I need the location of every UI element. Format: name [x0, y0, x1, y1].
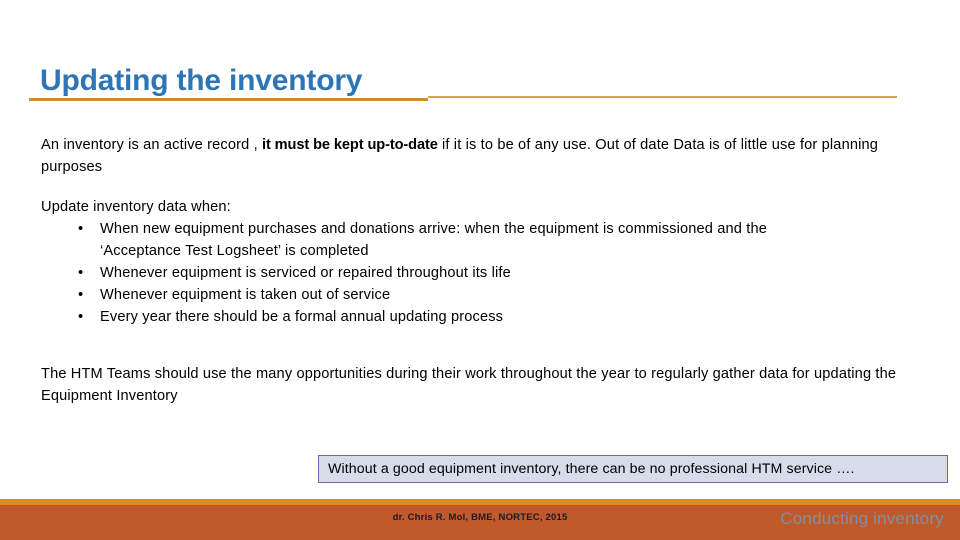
update-bullet-list: • When new equipment purchases and donat…: [41, 218, 921, 328]
callout-text: Without a good equipment inventory, ther…: [328, 461, 855, 477]
bullet-marker-icon: •: [78, 309, 84, 325]
list-item: • When new equipment purchases and donat…: [41, 218, 921, 262]
slide-canvas: Updating the inventory An inventory is a…: [0, 0, 960, 540]
page-title: Updating the inventory: [40, 64, 363, 98]
paragraph-intro-part-a: An inventory is an active record ,: [41, 137, 263, 153]
list-item-line-1: Whenever equipment is serviced or repair…: [100, 265, 511, 281]
paragraph-update-list: Update inventory data when: • When new e…: [41, 196, 921, 328]
list-item-line-1: Whenever equipment is taken out of servi…: [100, 287, 391, 303]
list-item: • Whenever equipment is taken out of ser…: [41, 284, 921, 306]
list-item-line-1: Every year there should be a formal annu…: [100, 309, 504, 325]
list-item: • Every year there should be a formal an…: [41, 306, 921, 328]
paragraph-intro-emphasis: it must be kept up-to-date: [262, 137, 438, 153]
bullet-marker-icon: •: [78, 221, 84, 237]
list-item-line-1: When new equipment purchases and donatio…: [100, 221, 767, 237]
callout-box: Without a good equipment inventory, ther…: [318, 455, 948, 483]
slide-footer: dr. Chris R. Mol, BME, NORTEC, 2015 Cond…: [0, 499, 960, 540]
footer-section-label: Conducting inventory: [780, 509, 944, 528]
title-divider-left: [29, 98, 428, 101]
title-divider-right: [428, 96, 897, 98]
update-list-lead: Update inventory data when:: [41, 199, 231, 215]
paragraph-htm-teams: The HTM Teams should use the many opport…: [41, 366, 897, 404]
bullet-marker-icon: •: [78, 287, 84, 303]
list-item-line-2: ‘Acceptance Test Logsheet’ is completed: [100, 243, 369, 259]
bullet-marker-icon: •: [78, 265, 84, 281]
list-item: • Whenever equipment is serviced or repa…: [41, 262, 921, 284]
paragraph-intro: An inventory is an active record , it mu…: [41, 134, 921, 178]
